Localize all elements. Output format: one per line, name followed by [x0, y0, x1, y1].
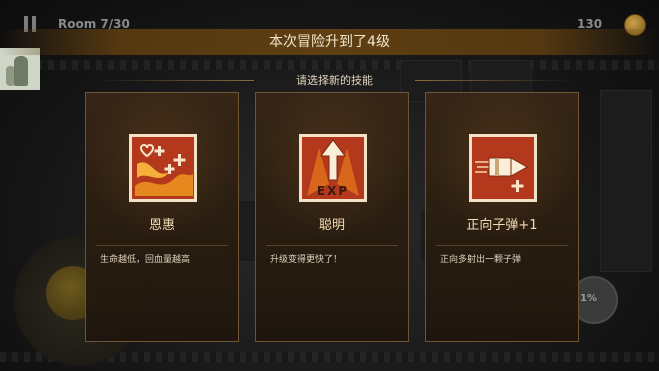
- skill-card-grace[interactable]: 恩惠 生命越低，回血量越高: [85, 92, 239, 342]
- skill-description: 正向多射出一颗子弹: [440, 255, 522, 265]
- skill-description: 生命越低，回血量越高: [100, 255, 191, 265]
- card-divider: [96, 245, 228, 246]
- exp-label: EXP: [317, 184, 349, 198]
- wall-tile: [600, 90, 652, 272]
- skill-description: 升级变得更快了！: [270, 255, 343, 265]
- skill-card-smart[interactable]: EXP 聪明 升级变得更快了！: [255, 92, 409, 342]
- skill-name: 聪明: [318, 218, 345, 233]
- skill-name: 正向子弹+1: [466, 218, 538, 233]
- subtitle-divider-right: [415, 80, 573, 81]
- levelup-title: 本次冒险升到了4级: [269, 34, 390, 50]
- skill-card-forward-bullet[interactable]: 正向子弹+1 正向多射出一颗子弹: [425, 92, 579, 342]
- floor-grate: [0, 60, 659, 70]
- skill-name: 恩惠: [148, 218, 175, 233]
- card-divider: [436, 245, 568, 246]
- bullet-plus-icon: [469, 134, 537, 202]
- levelup-title-bar: 本次冒险升到了4级: [0, 29, 659, 55]
- card-divider: [266, 245, 398, 246]
- skill-charge-percent: 1%: [580, 293, 597, 304]
- heart-regen-icon: [129, 134, 197, 202]
- exp-arrow-icon: EXP: [299, 134, 367, 202]
